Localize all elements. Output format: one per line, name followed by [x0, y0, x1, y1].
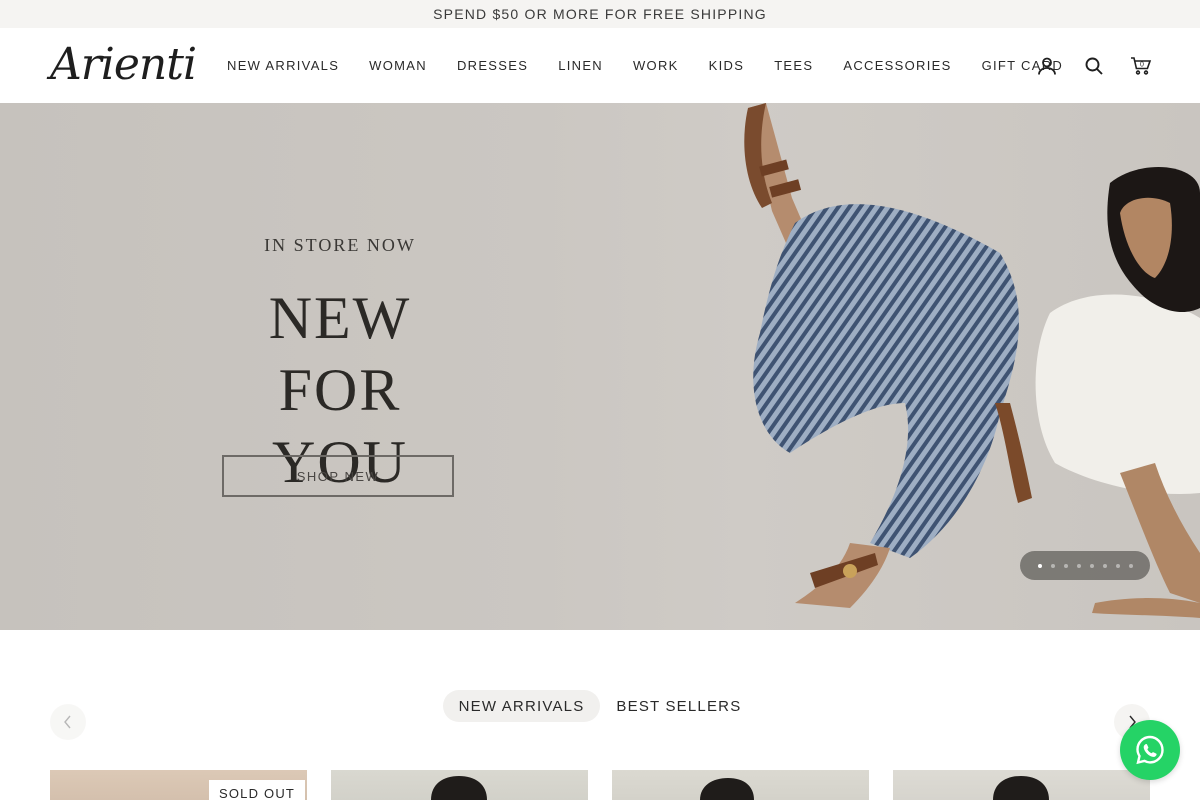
shop-new-button[interactable]: SHOP NEW: [222, 455, 454, 497]
nav-item-new-arrivals[interactable]: NEW ARRIVALS: [212, 58, 354, 73]
product-image: [331, 770, 588, 800]
slide-dot-8[interactable]: [1128, 563, 1133, 568]
product-card[interactable]: [331, 770, 588, 800]
cart-icon[interactable]: 0: [1130, 55, 1152, 77]
site-header: Arienti NEW ARRIVALS WOMAN DRESSES LINEN…: [0, 28, 1200, 103]
nav-item-woman[interactable]: WOMAN: [354, 58, 442, 73]
nav-item-kids[interactable]: KIDS: [694, 58, 760, 73]
slide-dot-5[interactable]: [1089, 563, 1094, 568]
sold-out-badge: SOLD OUT: [209, 780, 306, 800]
brand-logo[interactable]: Arienti: [50, 40, 197, 90]
collection-tabs: NEW ARRIVALS BEST SELLERS: [0, 690, 1200, 722]
nav-item-tees[interactable]: TEES: [759, 58, 828, 73]
nav-item-work[interactable]: WORK: [618, 58, 694, 73]
slide-pagination: [1020, 551, 1150, 580]
slide-dot-1[interactable]: [1037, 563, 1042, 568]
product-card[interactable]: [612, 770, 869, 800]
slide-dot-3[interactable]: [1063, 563, 1068, 568]
slide-dot-6[interactable]: [1102, 563, 1107, 568]
slide-dot-4[interactable]: [1076, 563, 1081, 568]
tab-best-sellers[interactable]: BEST SELLERS: [600, 690, 757, 722]
product-image: [612, 770, 869, 800]
carousel-prev-button[interactable]: [50, 704, 86, 740]
announcement-text: SPEND $50 OR MORE FOR FREE SHIPPING: [433, 6, 767, 22]
hero-title-line-1: NEW: [268, 285, 412, 351]
tab-new-arrivals[interactable]: NEW ARRIVALS: [442, 690, 601, 722]
search-icon[interactable]: [1083, 55, 1105, 77]
product-card[interactable]: SOLD OUT: [50, 770, 307, 800]
cart-count: 0: [1140, 61, 1144, 68]
announcement-bar: SPEND $50 OR MORE FOR FREE SHIPPING: [0, 0, 1200, 28]
nav-item-accessories[interactable]: ACCESSORIES: [828, 58, 966, 73]
product-card[interactable]: [893, 770, 1150, 800]
slide-dot-7[interactable]: [1115, 563, 1120, 568]
slide-dot-2[interactable]: [1050, 563, 1055, 568]
main-nav: NEW ARRIVALS WOMAN DRESSES LINEN WORK KI…: [212, 28, 1078, 103]
whatsapp-chat-button[interactable]: [1120, 720, 1180, 780]
hero-banner: IN STORE NOW NEW FOR YOU SHOP NEW: [0, 103, 1200, 630]
account-icon[interactable]: [1036, 55, 1058, 77]
product-image: [893, 770, 1150, 800]
header-actions: 0: [1036, 28, 1152, 103]
nav-item-dresses[interactable]: DRESSES: [442, 58, 543, 73]
hero-eyebrow: IN STORE NOW: [264, 235, 416, 255]
nav-item-linen[interactable]: LINEN: [543, 58, 618, 73]
whatsapp-icon: [1136, 735, 1164, 765]
chevron-left-icon: [64, 715, 71, 729]
